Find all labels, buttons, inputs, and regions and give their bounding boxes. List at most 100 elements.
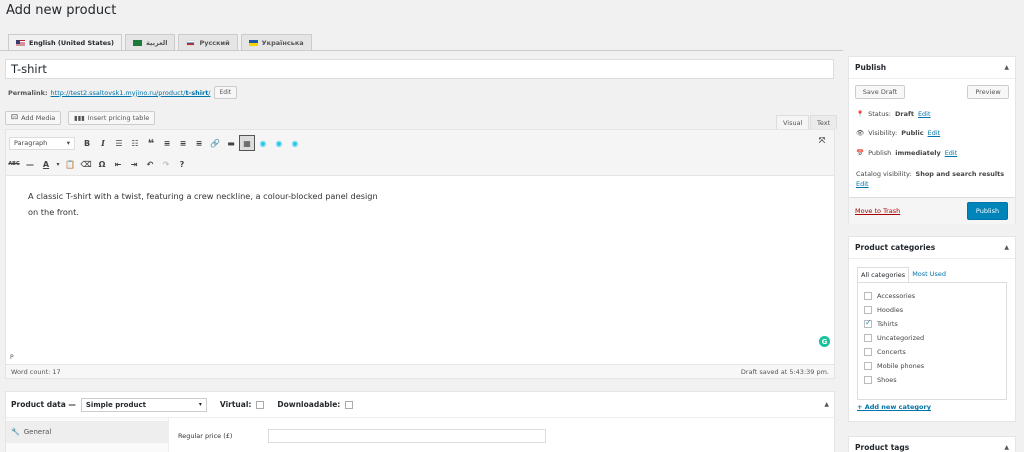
tab-label: Українська [261, 38, 304, 47]
tab-lang-arabic[interactable]: العربية [125, 34, 176, 50]
align-left-icon[interactable]: ≡ [159, 135, 175, 151]
fullscreen-icon[interactable]: ⤧ [814, 133, 830, 149]
status-edit-link[interactable]: Edit [918, 110, 931, 118]
list-item[interactable]: Accessories [864, 289, 1000, 303]
regular-price-input[interactable] [268, 429, 546, 443]
russia-flag-icon [186, 39, 196, 46]
word-count: Word count: 17 [11, 367, 61, 376]
product-data-panel: Product data — Simple product ▾ Virtual: … [5, 391, 835, 452]
category-checkbox[interactable] [864, 306, 872, 314]
tab-all-categories[interactable]: All categories [857, 267, 910, 282]
list-item[interactable]: Mobile phones [864, 359, 1000, 373]
tab-text[interactable]: Text [810, 115, 838, 129]
publish-box-header[interactable]: Publish ▲ [849, 57, 1015, 79]
tab-most-used[interactable]: Most Used [909, 267, 950, 282]
plugin-icon-3[interactable]: ◉ [287, 135, 303, 151]
tab-lang-english[interactable]: English (United States) [8, 34, 123, 51]
link-icon[interactable]: 🔗 [207, 135, 223, 151]
regular-price-label: Regular price (£) [178, 432, 233, 440]
collapse-caret-icon[interactable]: ▲ [824, 401, 829, 408]
dropdown-arrow-icon: ▾ [66, 139, 70, 147]
add-media-button[interactable]: 🖾 Add Media [5, 111, 62, 125]
editor-status-bar: Word count: 17 Draft saved at 5:43:39 pm… [6, 364, 834, 378]
list-item[interactable]: Uncategorized [864, 331, 1000, 345]
save-draft-button[interactable]: Save Draft [855, 85, 905, 99]
collapse-caret-icon: ▲ [1004, 64, 1009, 71]
product-type-select[interactable]: Simple product ▾ [80, 397, 207, 412]
paragraph-format-select[interactable]: Paragraph ▾ [9, 136, 75, 150]
redo-icon[interactable]: ↷ [158, 156, 174, 172]
undo-icon[interactable]: ↶ [142, 156, 158, 172]
list-item[interactable]: Hoodies [864, 303, 1000, 317]
insert-pricing-table-button[interactable]: ▮▮▮ Insert pricing table [68, 111, 156, 125]
tab-general[interactable]: 🔧 General [6, 421, 169, 443]
list-item[interactable]: Shoes [864, 373, 1000, 387]
align-center-icon[interactable]: ≡ [175, 135, 191, 151]
virtual-checkbox[interactable] [256, 400, 265, 409]
editor-content[interactable]: A classic T-shirt with a twist, featurin… [28, 188, 378, 220]
blockquote-icon[interactable]: ❝ [143, 135, 159, 151]
indent-icon[interactable]: ⇥ [126, 156, 142, 172]
list-item[interactable]: Concerts [864, 345, 1000, 359]
divider [0, 50, 843, 51]
category-checkbox[interactable] [864, 318, 872, 328]
collapse-caret-icon: ▲ [1004, 244, 1009, 251]
publish-box: Publish ▲ Save Draft Preview 📍 Status: Dra… [848, 56, 1016, 224]
permalink-edit-button[interactable]: Edit [213, 86, 238, 99]
visibility-row: 👁 Visibility: Public Edit [856, 129, 941, 137]
collapse-caret-icon: ▲ [1004, 444, 1009, 451]
horizontal-line-icon[interactable]: — [22, 156, 38, 172]
category-checkbox[interactable] [864, 362, 872, 370]
publish-button[interactable]: Publish [967, 202, 1008, 220]
schedule-edit-link[interactable]: Edit [945, 149, 958, 157]
downloadable-label: Downloadable: [277, 400, 341, 409]
help-icon[interactable]: ? [174, 156, 190, 172]
category-tabs: All categories Most Used [857, 267, 950, 282]
numbered-list-icon[interactable]: ☷ [127, 135, 143, 151]
add-new-category-link[interactable]: + Add new category [857, 403, 931, 411]
clear-formatting-icon[interactable]: ⌫ [78, 156, 94, 172]
outdent-icon[interactable]: ⇤ [110, 156, 126, 172]
categories-box-header[interactable]: Product categories ▲ [849, 237, 1015, 259]
italic-icon[interactable]: I [95, 135, 111, 151]
toolbar-toggle-icon[interactable]: ▦ [239, 135, 255, 151]
catalog-visibility-edit-link[interactable]: Edit [856, 180, 869, 188]
plugin-icon-1[interactable]: ◉ [255, 135, 271, 151]
dropdown-arrow-icon: ▾ [198, 401, 202, 408]
category-checkbox[interactable] [864, 376, 872, 384]
paste-text-icon[interactable]: 📋 [62, 156, 78, 172]
tab-lang-ukrainian[interactable]: Українська [240, 34, 312, 50]
read-more-icon[interactable]: ▬ [223, 135, 239, 151]
product-tags-box: Product tags ▲ [848, 436, 1016, 452]
tab-visual[interactable]: Visual [776, 115, 810, 129]
schedule-row: 📅 Publish immediately Edit [856, 149, 958, 157]
status-row: 📍 Status: Draft Edit [856, 110, 931, 118]
category-checkbox[interactable] [864, 348, 872, 356]
plugin-icon-2[interactable]: ◉ [271, 135, 287, 151]
product-data-header: Product data — Simple product ▾ Virtual: … [6, 392, 834, 418]
tab-lang-russian[interactable]: Русский [178, 34, 238, 50]
preview-button[interactable]: Preview [967, 85, 1009, 99]
grammarly-icon[interactable]: G [819, 336, 830, 347]
permalink-link[interactable]: http://test2.ssaltovsk1.myjino.ru/produc… [51, 89, 211, 97]
list-item[interactable]: Tshirts [864, 317, 1000, 331]
category-checkbox[interactable] [864, 334, 872, 342]
bold-icon[interactable]: B [79, 135, 95, 151]
category-checkbox[interactable] [864, 292, 872, 300]
bullet-list-icon[interactable]: ☰ [111, 135, 127, 151]
downloadable-checkbox[interactable] [345, 400, 354, 409]
product-data-label: Product data — [11, 400, 76, 409]
align-right-icon[interactable]: ≡ [191, 135, 207, 151]
visibility-edit-link[interactable]: Edit [928, 129, 941, 137]
catalog-visibility-row: Catalog visibility: Shop and search resul… [856, 170, 1005, 178]
wrench-icon: 🔧 [11, 428, 20, 436]
move-to-trash-link[interactable]: Move to Trash [855, 207, 900, 215]
strikethrough-icon[interactable]: ABC [6, 156, 22, 172]
text-color-icon[interactable]: A [38, 156, 54, 172]
special-character-icon[interactable]: Ω [94, 156, 110, 172]
tags-box-header[interactable]: Product tags ▲ [849, 437, 1015, 452]
dropdown-arrow-icon[interactable]: ▾ [54, 156, 62, 172]
virtual-label: Virtual: [219, 400, 252, 409]
language-tabs: English (United States) العربية Русский … [8, 34, 312, 51]
product-title-input[interactable]: T-shirt [5, 59, 834, 79]
